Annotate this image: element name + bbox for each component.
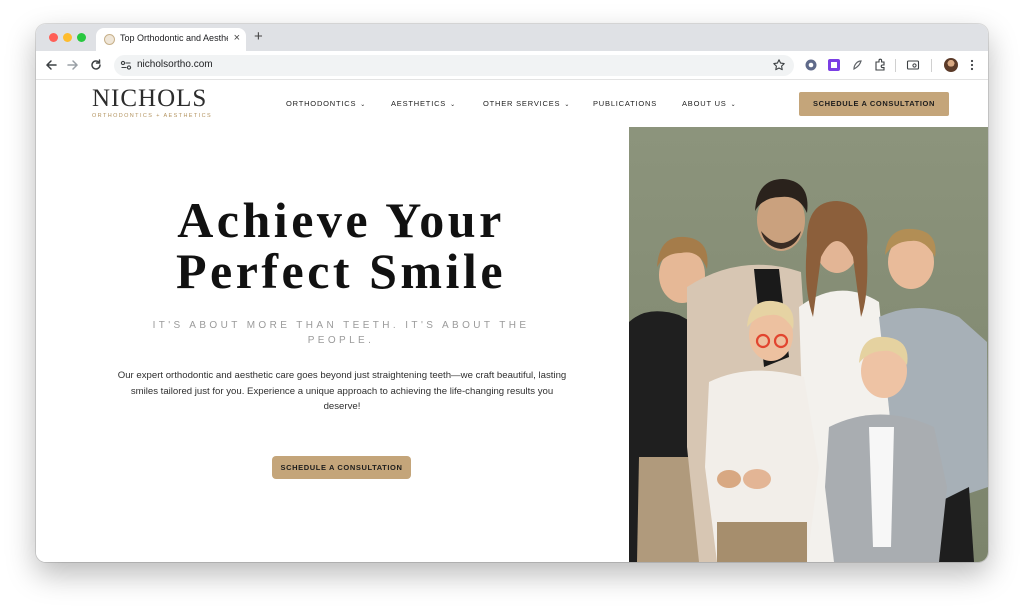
browser-window: Top Orthodontic and Aesthetic × + nichol… xyxy=(36,24,988,562)
profile-avatar[interactable] xyxy=(944,58,958,72)
browser-toolbar: nicholsortho.com xyxy=(36,51,988,80)
site-settings-icon[interactable] xyxy=(119,58,133,72)
tab-search-icon[interactable] xyxy=(906,58,920,72)
nav-label: PUBLICATIONS xyxy=(593,99,658,108)
close-window-button[interactable] xyxy=(49,33,58,42)
nav-item-about-us[interactable]: ABOUT US ⌄ xyxy=(682,99,736,108)
logo-wordmark: NICHOLS xyxy=(92,85,208,112)
extensions-puzzle-icon[interactable] xyxy=(873,58,887,72)
address-bar[interactable]: nicholsortho.com xyxy=(114,55,794,76)
hero-tagline: IT'S ABOUT MORE THAN TEETH. IT'S ABOUT T… xyxy=(152,320,530,346)
hero-title-line-2: Perfect Smile xyxy=(175,243,507,299)
nav-label: OTHER SERVICES xyxy=(483,99,561,108)
nav-item-publications[interactable]: PUBLICATIONS xyxy=(593,99,657,108)
logo-tagline: ORTHODONTICS + AESTHETICS xyxy=(92,113,213,119)
tab-strip: Top Orthodontic and Aesthetic × + xyxy=(36,24,988,51)
back-arrow-icon[interactable] xyxy=(42,56,60,74)
nav-label: ABOUT US xyxy=(682,99,727,108)
browser-menu-icon[interactable] xyxy=(968,58,976,72)
nav-item-aesthetics[interactable]: AESTHETICS ⌄ xyxy=(391,99,456,108)
hero-title: Achieve Your Perfect Smile xyxy=(96,195,586,297)
hero-section: Achieve Your Perfect Smile IT'S ABOUT MO… xyxy=(36,127,629,562)
family-photo-illustration xyxy=(629,127,988,562)
url-text: nicholsortho.com xyxy=(137,59,213,70)
toolbar-divider xyxy=(895,59,896,72)
hero-family-photo xyxy=(629,127,988,562)
maximize-window-button[interactable] xyxy=(77,33,86,42)
reload-icon[interactable] xyxy=(87,56,105,74)
nav-item-other-services[interactable]: OTHER SERVICES ⌄ xyxy=(483,99,570,108)
nav-label: ORTHODONTICS xyxy=(286,99,357,108)
nav-label: AESTHETICS xyxy=(391,99,447,108)
tab-title: Top Orthodontic and Aesthetic xyxy=(120,33,228,43)
chevron-down-icon: ⌄ xyxy=(450,102,456,108)
tab-close-icon[interactable]: × xyxy=(234,31,240,45)
web-page: NICHOLS ORTHODONTICS + AESTHETICS ORTHOD… xyxy=(36,80,988,562)
hero-description: Our expert orthodontic and aesthetic car… xyxy=(117,370,567,412)
schedule-consultation-button-hero[interactable]: SCHEDULE A CONSULTATION xyxy=(272,456,411,479)
chevron-down-icon: ⌄ xyxy=(360,102,367,108)
browser-tab-active[interactable]: Top Orthodontic and Aesthetic × xyxy=(96,28,246,51)
extension-3-icon[interactable] xyxy=(850,58,864,72)
site-favicon-icon xyxy=(104,34,115,45)
forward-arrow-icon[interactable] xyxy=(64,56,82,74)
minimize-window-button[interactable] xyxy=(63,33,72,42)
chevron-down-icon: ⌄ xyxy=(564,102,571,108)
bookmark-star-icon[interactable] xyxy=(772,58,786,72)
toolbar-divider xyxy=(931,59,932,72)
chevron-down-icon: ⌄ xyxy=(730,102,737,108)
schedule-consultation-button-header[interactable]: SCHEDULE A CONSULTATION xyxy=(799,92,949,116)
new-tab-button[interactable]: + xyxy=(254,28,263,46)
extension-2-icon[interactable] xyxy=(827,58,841,72)
hero-title-line-1: Achieve Your xyxy=(177,192,505,248)
extension-1-icon[interactable] xyxy=(804,58,818,72)
nav-item-orthodontics[interactable]: ORTHODONTICS ⌄ xyxy=(286,99,366,108)
site-header: NICHOLS ORTHODONTICS + AESTHETICS ORTHOD… xyxy=(36,80,988,127)
